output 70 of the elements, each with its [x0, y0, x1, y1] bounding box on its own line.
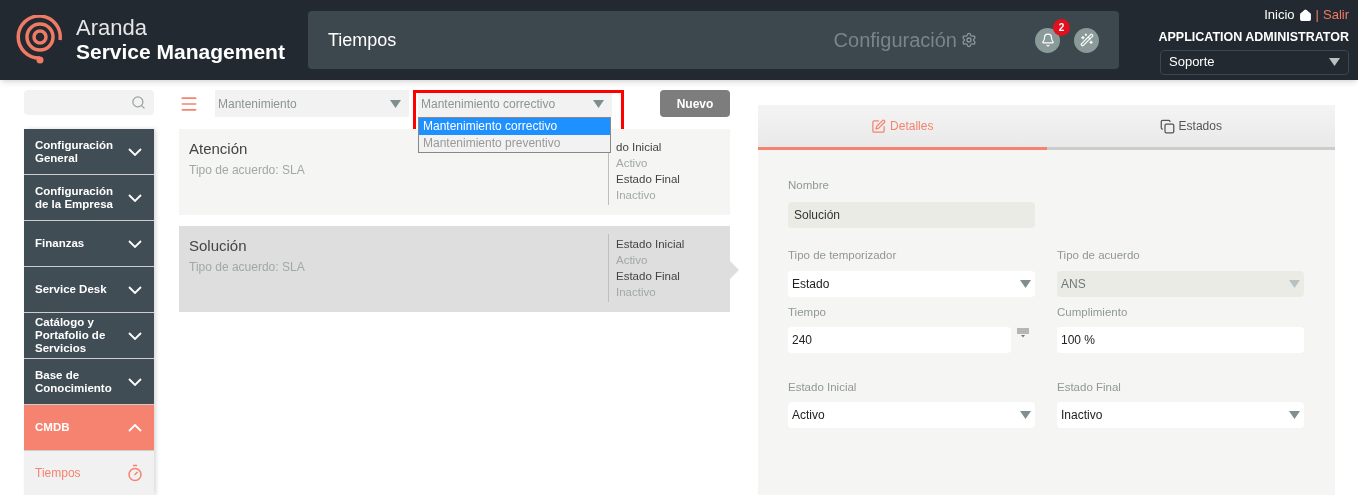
logo-icon: [16, 15, 64, 65]
menu-item[interactable]: Service Desk: [24, 267, 154, 312]
new-button[interactable]: Nuevo: [660, 90, 730, 117]
select-field[interactable]: Estado: [788, 270, 1035, 297]
link-separator: |: [1315, 6, 1319, 25]
input-field[interactable]: 240: [788, 326, 1011, 353]
brand-name: Aranda: [76, 16, 148, 40]
input-field[interactable]: 100 %: [1057, 326, 1304, 353]
state-value: Inactivo: [616, 188, 656, 203]
user-name: APPLICATION ADMINISTRATOR: [1158, 28, 1349, 46]
chevron-down-icon: [128, 193, 142, 202]
caret-icon: [1020, 411, 1031, 419]
home-icon: [1298, 8, 1312, 22]
wand-icon: [1079, 33, 1094, 47]
state-value: Inactivo: [616, 285, 656, 300]
stopwatch-icon: [126, 464, 144, 482]
agreement-type: Tipo de acuerdo: SLA: [189, 258, 305, 276]
caret-icon: [1289, 279, 1300, 288]
project-select[interactable]: Soporte: [1160, 49, 1349, 75]
state-label: Estado Final: [616, 269, 680, 284]
field-label: Estado Final: [1057, 379, 1122, 395]
select-field[interactable]: Inactivo: [1057, 402, 1304, 428]
state-label: Estado Inicial: [616, 237, 685, 252]
product-name: Service Management: [76, 40, 285, 64]
state-label: Estado Final: [616, 172, 680, 187]
state-value: Activo: [616, 156, 648, 171]
chevron-down-icon: [128, 147, 142, 156]
wand-button[interactable]: [1074, 27, 1099, 53]
menu-item[interactable]: Finanzas: [24, 221, 154, 266]
timer-card[interactable]: Solución Tipo de acuerdo: SLA Estado Inicial Activo Estado Final Inactivo: [179, 226, 730, 312]
card-title: Atención: [189, 139, 248, 159]
select-field[interactable]: Activo: [788, 402, 1035, 428]
field-label: Estado Inicial: [788, 379, 858, 395]
field-label: Tipo de temporizador: [788, 248, 898, 264]
field-label: Tiempo: [788, 304, 827, 320]
caret-icon: [593, 99, 604, 108]
field-label: Nombre: [788, 178, 830, 193]
copy-icon: [1159, 118, 1175, 134]
menu-item[interactable]: Configuración de la Empresa: [24, 175, 154, 220]
edit-icon: [871, 118, 887, 134]
state-label: do Inicial: [616, 140, 662, 155]
agreement-type: Tipo de acuerdo: SLA: [189, 161, 305, 179]
chevron-up-icon: [128, 423, 142, 432]
chevron-down-icon: [128, 331, 142, 340]
field-label: Tipo de acuerdo: [1057, 248, 1141, 264]
menu-item[interactable]: Base de Conocimiento: [24, 359, 154, 404]
chevron-down-icon: [128, 377, 142, 386]
caret-icon: [1289, 411, 1300, 419]
search-icon: [131, 95, 146, 110]
page-title: Tiempos: [328, 28, 397, 52]
caret-icon: [390, 99, 401, 108]
settings-icon: [961, 32, 977, 48]
search-field[interactable]: [24, 90, 154, 115]
menu-item[interactable]: Catálogo y Portafolio de Servicios: [24, 313, 154, 358]
logout-link[interactable]: Salir: [1323, 5, 1349, 25]
bell-icon: [1040, 33, 1055, 47]
notifications-button[interactable]: [1035, 27, 1060, 53]
notification-badge: 2: [1053, 18, 1070, 36]
state-value: Activo: [616, 253, 648, 268]
chevron-down-icon: [128, 239, 142, 248]
caret-icon: [1020, 279, 1031, 288]
field-label: Cumplimiento: [1057, 304, 1129, 320]
caret-icon: [1329, 58, 1340, 67]
name-field[interactable]: Solución: [788, 202, 1035, 229]
pointer-arrow-icon: [730, 261, 739, 279]
home-link[interactable]: Inicio: [1264, 5, 1312, 25]
chevron-down-icon: [128, 285, 142, 294]
stepper-icon[interactable]: [1017, 327, 1029, 338]
card-title: Solución: [189, 236, 247, 256]
menu-item[interactable]: Configuración General: [24, 129, 154, 174]
